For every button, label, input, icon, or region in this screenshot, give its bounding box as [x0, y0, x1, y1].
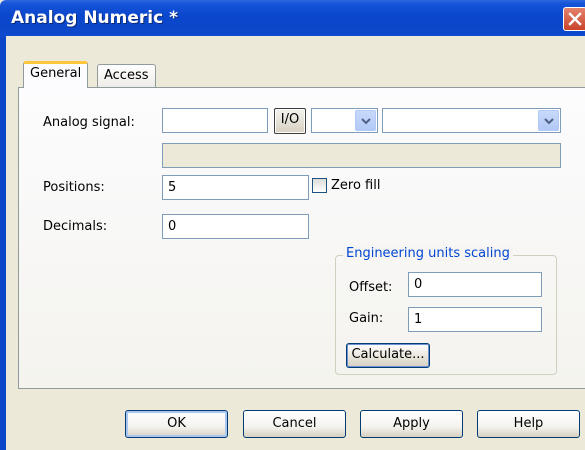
window-border — [0, 36, 6, 450]
analog-signal-label: Analog signal: — [43, 115, 135, 130]
tab-general[interactable]: General — [23, 61, 89, 88]
signal-type-select[interactable] — [311, 108, 378, 133]
gain-label: Gain: — [349, 311, 384, 326]
cancel-button[interactable]: Cancel — [243, 410, 346, 438]
window-title: Analog Numeric * — [11, 8, 178, 28]
analog-signal-input[interactable] — [162, 108, 268, 133]
calculate-button[interactable]: Calculate... — [346, 343, 430, 368]
engineering-units-title: Engineering units scaling — [343, 246, 513, 261]
offset-input[interactable]: 0 — [408, 272, 542, 297]
tab-access[interactable]: Access — [97, 64, 156, 88]
positions-input[interactable]: 5 — [162, 175, 309, 200]
ok-button[interactable]: OK — [125, 410, 228, 438]
decimals-label: Decimals: — [43, 219, 108, 234]
analog-numeric-dialog: Analog Numeric * General Access Analog s… — [0, 0, 585, 450]
close-button[interactable] — [563, 7, 585, 31]
zero-fill-checkbox[interactable] — [312, 178, 327, 193]
offset-label: Offset: — [349, 280, 393, 295]
signal-type-dropdown-button[interactable] — [355, 110, 376, 131]
signal-name-dropdown-button[interactable] — [538, 110, 559, 131]
apply-button[interactable]: Apply — [360, 410, 463, 438]
io-button[interactable]: I/O — [274, 108, 306, 134]
title-bar[interactable]: Analog Numeric * — [0, 0, 585, 36]
zero-fill-label: Zero fill — [331, 178, 381, 193]
decimals-input[interactable]: 0 — [162, 214, 309, 239]
help-button[interactable]: Help — [477, 410, 580, 438]
signal-description-field — [162, 143, 561, 168]
signal-name-select[interactable] — [382, 108, 561, 133]
positions-label: Positions: — [43, 180, 105, 195]
gain-input[interactable]: 1 — [408, 307, 542, 332]
